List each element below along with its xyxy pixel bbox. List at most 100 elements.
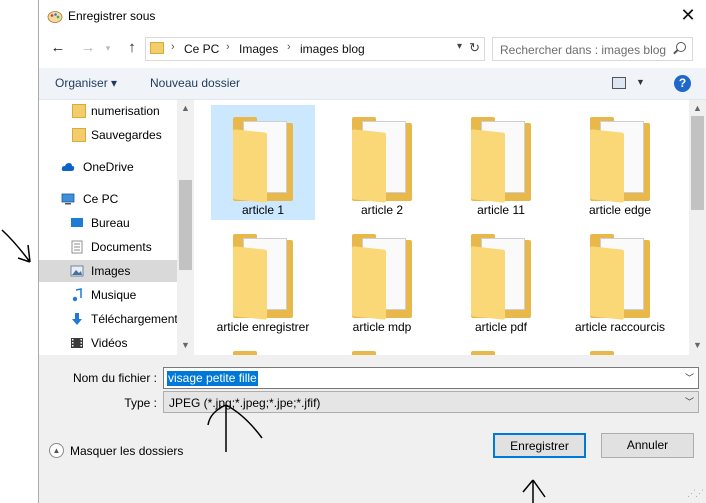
folder-icon [352, 234, 412, 320]
chevron-up-icon[interactable]: ▲ [49, 443, 64, 458]
sidebar-scrollbar[interactable]: ▲ ▼ [177, 100, 194, 355]
file-name: article edge [588, 203, 652, 217]
sidebar-item-label: Musique [91, 288, 137, 302]
address-bar[interactable]: › Ce PC › Images › images blog ▾ ↻ [145, 37, 485, 61]
hide-folders-label: Masquer les dossiers [70, 444, 184, 458]
sidebar-item-bureau[interactable]: Bureau [39, 212, 177, 234]
sidebar-item-label: Sauvegardes [91, 128, 162, 142]
chevron-down-icon[interactable]: ﹀ [685, 371, 694, 384]
folder-icon [150, 42, 164, 54]
folder-icon [352, 117, 412, 203]
sidebar-item-musique[interactable]: Musique [39, 284, 177, 306]
forward-arrow-icon[interactable]: → [79, 39, 97, 57]
folder-icon [233, 234, 293, 320]
up-arrow-icon[interactable]: ↑ [123, 39, 141, 57]
file-item[interactable] [211, 339, 315, 355]
file-item[interactable]: article mdp [330, 222, 434, 337]
file-item[interactable] [568, 339, 672, 355]
file-name: article 2 [360, 203, 404, 217]
recent-dropdown-icon[interactable]: ▾ [99, 39, 117, 57]
sidebar-item-sauvegardes[interactable]: Sauvegardes [39, 124, 177, 146]
close-icon[interactable]: ✕ [677, 5, 699, 27]
folder-icon [590, 234, 650, 320]
file-item[interactable]: article 2 [330, 105, 434, 220]
search-icon[interactable] [676, 42, 686, 52]
save-button[interactable]: Enregistrer [493, 433, 586, 458]
breadcrumb-separator: › [171, 41, 175, 53]
pictures-icon [70, 265, 84, 277]
scroll-up-icon[interactable]: ▲ [179, 103, 192, 115]
breadcrumb-separator: › [287, 41, 291, 53]
cancel-button[interactable]: Annuler [601, 433, 694, 458]
computer-icon [61, 193, 75, 205]
file-item[interactable]: article pdf [449, 222, 553, 337]
sidebar-item-label: Vidéos [91, 336, 128, 350]
scrollbar-thumb[interactable] [179, 180, 192, 270]
scrollbar-thumb[interactable] [691, 116, 704, 210]
filename-field[interactable]: visage petite fille ﹀ [163, 367, 699, 389]
help-icon[interactable]: ? [674, 75, 691, 92]
content-scrollbar[interactable]: ▲ ▼ [689, 100, 706, 355]
sidebar-item-images[interactable]: Images [39, 260, 177, 282]
type-label: Type : [124, 396, 157, 410]
filename-label: Nom du fichier : [72, 371, 157, 385]
desktop-icon [71, 218, 83, 227]
file-type-select[interactable]: JPEG (*.jpg;*.jpeg;*.jpe;*.jfif) ﹀ [163, 391, 699, 413]
file-item[interactable]: article 11 [449, 105, 553, 220]
documents-icon [71, 240, 83, 254]
resize-grip-icon[interactable]: ⋰⋰ [687, 488, 704, 499]
folder-icon [72, 104, 86, 118]
file-item[interactable] [330, 339, 434, 355]
filename-value[interactable]: visage petite fille [167, 371, 258, 386]
sidebar-item-telechargement[interactable]: Téléchargement [39, 308, 178, 330]
save-dialog: Enregistrer sous ✕ ← → ▾ ↑ › Ce PC › Ima… [38, 0, 706, 503]
sidebar-item-numerisation[interactable]: numerisation [39, 100, 177, 122]
search-box[interactable]: Rechercher dans : images blog [492, 37, 693, 61]
breadcrumb-item[interactable]: Images [239, 42, 278, 56]
title-bar: Enregistrer sous ✕ [39, 0, 706, 32]
window-title: Enregistrer sous [68, 9, 156, 23]
save-options-panel: Nom du fichier : visage petite fille ﹀ T… [39, 355, 706, 503]
file-name: article 11 [477, 203, 525, 217]
back-arrow-icon[interactable]: ← [49, 39, 67, 57]
sidebar-item-onedrive[interactable]: OneDrive [39, 156, 177, 178]
refresh-icon[interactable]: ↻ [469, 40, 480, 56]
sidebar-item-label: OneDrive [83, 160, 134, 174]
folder-icon [72, 128, 86, 142]
chevron-down-icon[interactable]: ▾ [457, 41, 462, 52]
sidebar-item-label: Documents [91, 240, 152, 254]
sidebar-item-videos[interactable]: Vidéos [39, 332, 177, 354]
new-folder-button[interactable]: Nouveau dossier [150, 76, 240, 90]
file-item[interactable]: article raccourcis [568, 222, 672, 337]
scroll-down-icon[interactable]: ▼ [691, 340, 704, 352]
breadcrumb-separator: › [226, 41, 230, 53]
sidebar-item-label: Téléchargement [91, 312, 178, 326]
file-item[interactable]: article enregistrer [211, 222, 315, 337]
folder-icon [471, 234, 531, 320]
file-name: article 1 [241, 203, 285, 217]
download-icon [72, 313, 82, 325]
chevron-down-icon[interactable]: ﹀ [685, 395, 694, 408]
file-name: article raccourcis [574, 320, 666, 334]
search-input[interactable]: Rechercher dans : images blog [500, 43, 666, 57]
breadcrumb-item[interactable]: images blog [300, 42, 365, 56]
organize-button[interactable]: Organiser ▾ [55, 76, 117, 90]
file-item[interactable]: article 1 [211, 105, 315, 220]
file-name: article enregistrer [216, 320, 310, 334]
scroll-up-icon[interactable]: ▲ [691, 103, 704, 115]
file-item[interactable] [449, 339, 553, 355]
videos-icon [71, 338, 83, 348]
folder-icon [590, 117, 650, 203]
scroll-down-icon[interactable]: ▼ [179, 340, 192, 352]
sidebar-item-label: Bureau [91, 216, 130, 230]
folder-icon [471, 117, 531, 203]
file-item[interactable]: article edge [568, 105, 672, 220]
music-icon [72, 288, 82, 302]
chevron-down-icon[interactable]: ▼ [636, 77, 645, 87]
breadcrumb-item[interactable]: Ce PC [184, 42, 219, 56]
file-name: article pdf [474, 320, 528, 334]
view-options-icon[interactable] [612, 77, 626, 89]
navigation-pane: numerisation Sauvegardes OneDrive Ce PC … [39, 100, 194, 355]
sidebar-item-ce-pc[interactable]: Ce PC [39, 188, 177, 210]
sidebar-item-documents[interactable]: Documents [39, 236, 177, 258]
